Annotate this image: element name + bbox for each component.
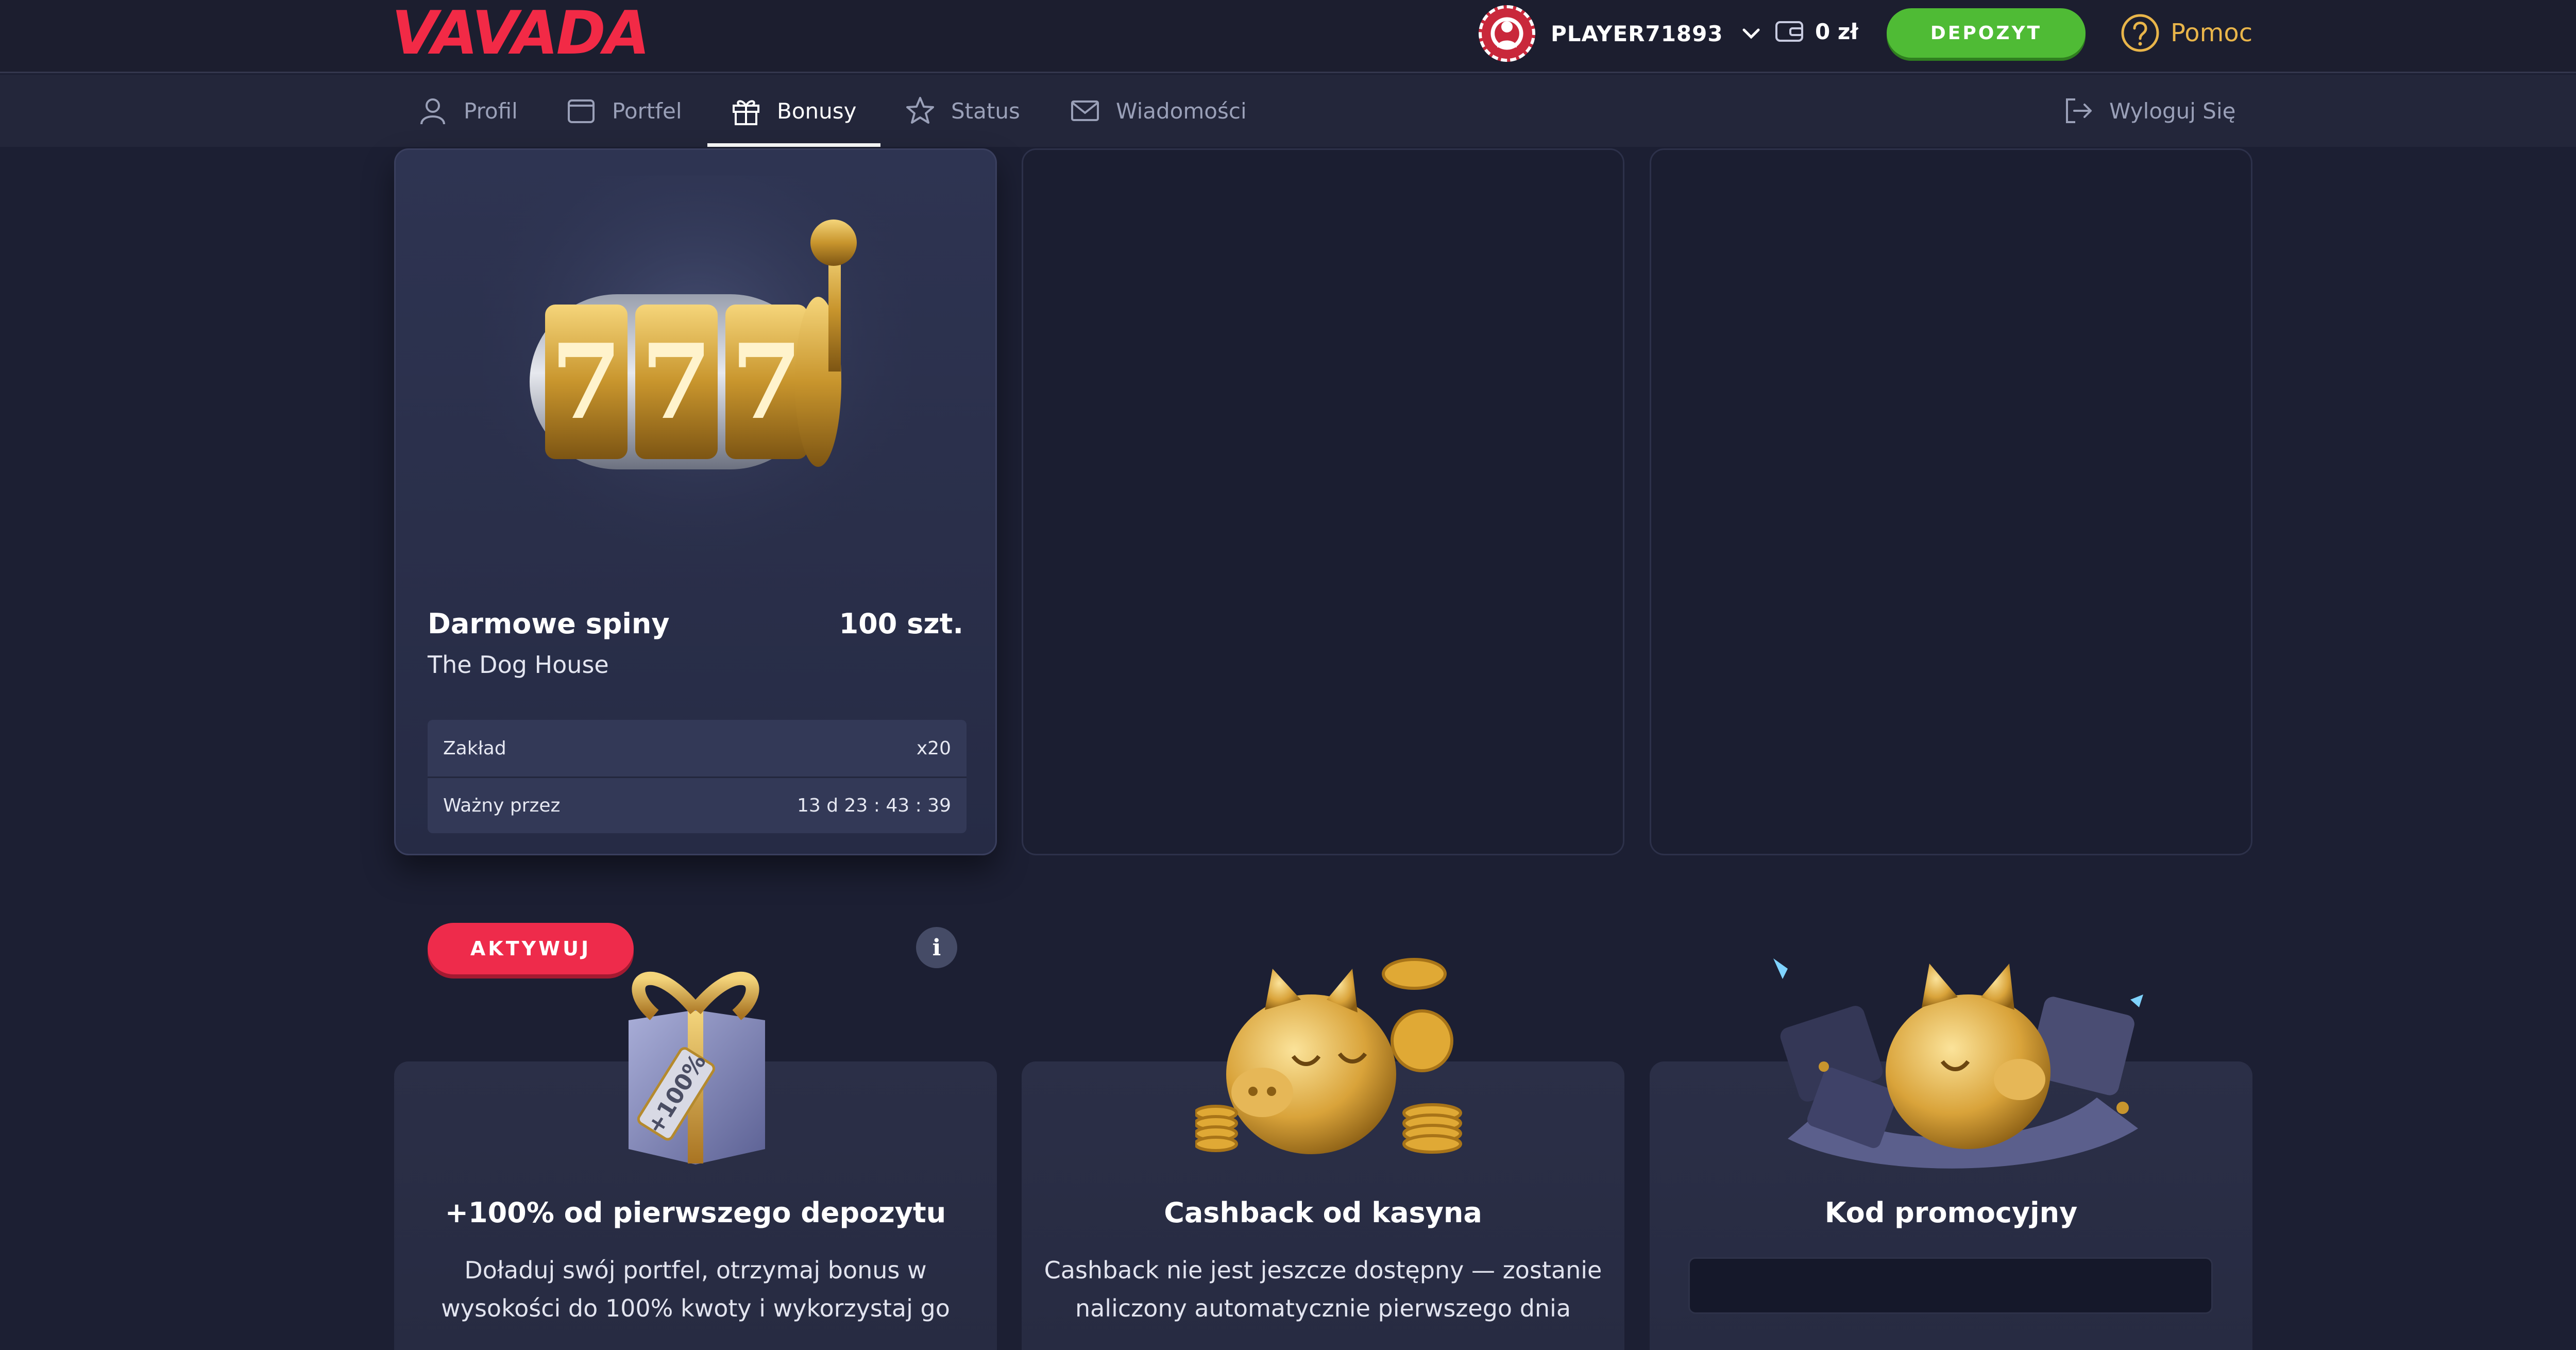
tab-portfel[interactable]: Portfel <box>566 75 682 147</box>
promo-title: Cashback od kasyna <box>1164 1196 1482 1229</box>
envelope-icon <box>1071 100 1099 121</box>
gifts-piggy-bank-image <box>1773 958 2143 1169</box>
tab-wiadomosci[interactable]: Wiadomości <box>1070 75 1247 147</box>
svg-text:7: 7 <box>731 322 802 443</box>
logout-label: Wyloguj Się <box>2109 98 2236 124</box>
promo-desc-line: naliczony automatycznie pierwszego dnia <box>1075 1294 1571 1322</box>
row-value: 13 d 23 : 43 : 39 <box>796 795 951 816</box>
bonus-game-name: The Dog House <box>428 651 609 679</box>
tab-bonusy[interactable]: Bonusy <box>731 75 857 147</box>
vavada-logo[interactable]: VAVADA <box>392 0 711 68</box>
validity-row: Ważny przez 13 d 23 : 43 : 39 <box>428 777 967 833</box>
tab-label: Portfel <box>612 98 682 124</box>
bonus-details-table: Zakład x20 Ważny przez 13 d 23 : 43 : 39 <box>428 720 967 833</box>
tab-label: Wiadomości <box>1116 98 1247 124</box>
promo-code-input[interactable] <box>1688 1257 2213 1314</box>
tab-profil[interactable]: Profil <box>417 75 518 147</box>
promo-desc-line: wysokości do 100% kwoty i wykorzystaj go <box>441 1294 950 1322</box>
top-header: VAVADA PLAYER71893 0 zł DEPOZYT Pomoc <box>0 0 2576 73</box>
chevron-down-icon[interactable] <box>1741 23 1761 44</box>
promo-description: Cashback nie jest jeszcze dostępny — zos… <box>1022 1251 1624 1327</box>
tab-label: Bonusy <box>777 98 857 124</box>
gift-box-image: +100% <box>629 971 765 1165</box>
wallet-icon <box>1775 21 1803 42</box>
promo-title: +100% od pierwszego depozytu <box>445 1196 946 1229</box>
tab-label: Status <box>951 98 1020 124</box>
gift-icon <box>733 100 759 125</box>
bonus-amount: 100 szt. <box>839 608 963 640</box>
bonus-title: Darmowe spiny <box>428 608 670 640</box>
star-icon <box>906 97 934 124</box>
row-label: Zakład <box>443 737 506 759</box>
balance-amount: 0 zł <box>1815 19 1858 44</box>
logo-text: VAVADA <box>392 0 650 68</box>
svg-text:7: 7 <box>550 322 622 443</box>
slot-machine-image: 7 7 7 <box>483 176 911 588</box>
avatar <box>1479 5 1535 62</box>
question-circle-icon <box>2121 14 2159 52</box>
bonus-card-free-spins: 7 7 7 Darmowe spiny 100 szt. The Dog Hou… <box>394 148 997 974</box>
row-label: Ważny przez <box>443 795 561 816</box>
deposit-button[interactable]: DEPOZYT <box>1887 8 2086 58</box>
promo-description: Doładuj swój portfel, otrzymaj bonus w w… <box>394 1251 997 1327</box>
wager-row: Zakład x20 <box>428 720 967 777</box>
bonus-card-empty <box>1022 148 1624 855</box>
active-tab-indicator <box>707 143 880 147</box>
piggy-bank-coins-image <box>1195 958 1462 1154</box>
info-icon[interactable]: i <box>916 927 957 968</box>
user-icon <box>420 98 445 125</box>
user-menu[interactable]: PLAYER71893 <box>1479 5 1761 62</box>
user-silhouette-icon <box>1497 21 1517 47</box>
help-link[interactable]: Pomoc <box>2120 11 2252 55</box>
svg-text:7: 7 <box>640 322 712 443</box>
promo-desc-line: Doładuj swój portfel, otrzymaj bonus w <box>464 1256 927 1284</box>
account-nav: Profil Portfel Bonusy Status Wiadomości <box>0 75 2576 147</box>
wallet-icon <box>568 99 595 123</box>
promo-title: Kod promocyjny <box>1824 1196 2078 1229</box>
tab-status[interactable]: Status <box>905 75 1020 147</box>
tab-label: Profil <box>464 98 518 124</box>
bonus-card-empty <box>1650 148 2252 855</box>
logout-link[interactable]: Wyloguj Się <box>2063 75 2235 147</box>
help-label: Pomoc <box>2171 19 2253 47</box>
logout-icon <box>2066 98 2092 123</box>
username: PLAYER71893 <box>1551 21 1723 46</box>
wallet-balance[interactable]: 0 zł <box>1775 18 1858 45</box>
promo-desc-line: Cashback nie jest jeszcze dostępny — zos… <box>1044 1256 1602 1284</box>
row-value: x20 <box>916 737 951 759</box>
